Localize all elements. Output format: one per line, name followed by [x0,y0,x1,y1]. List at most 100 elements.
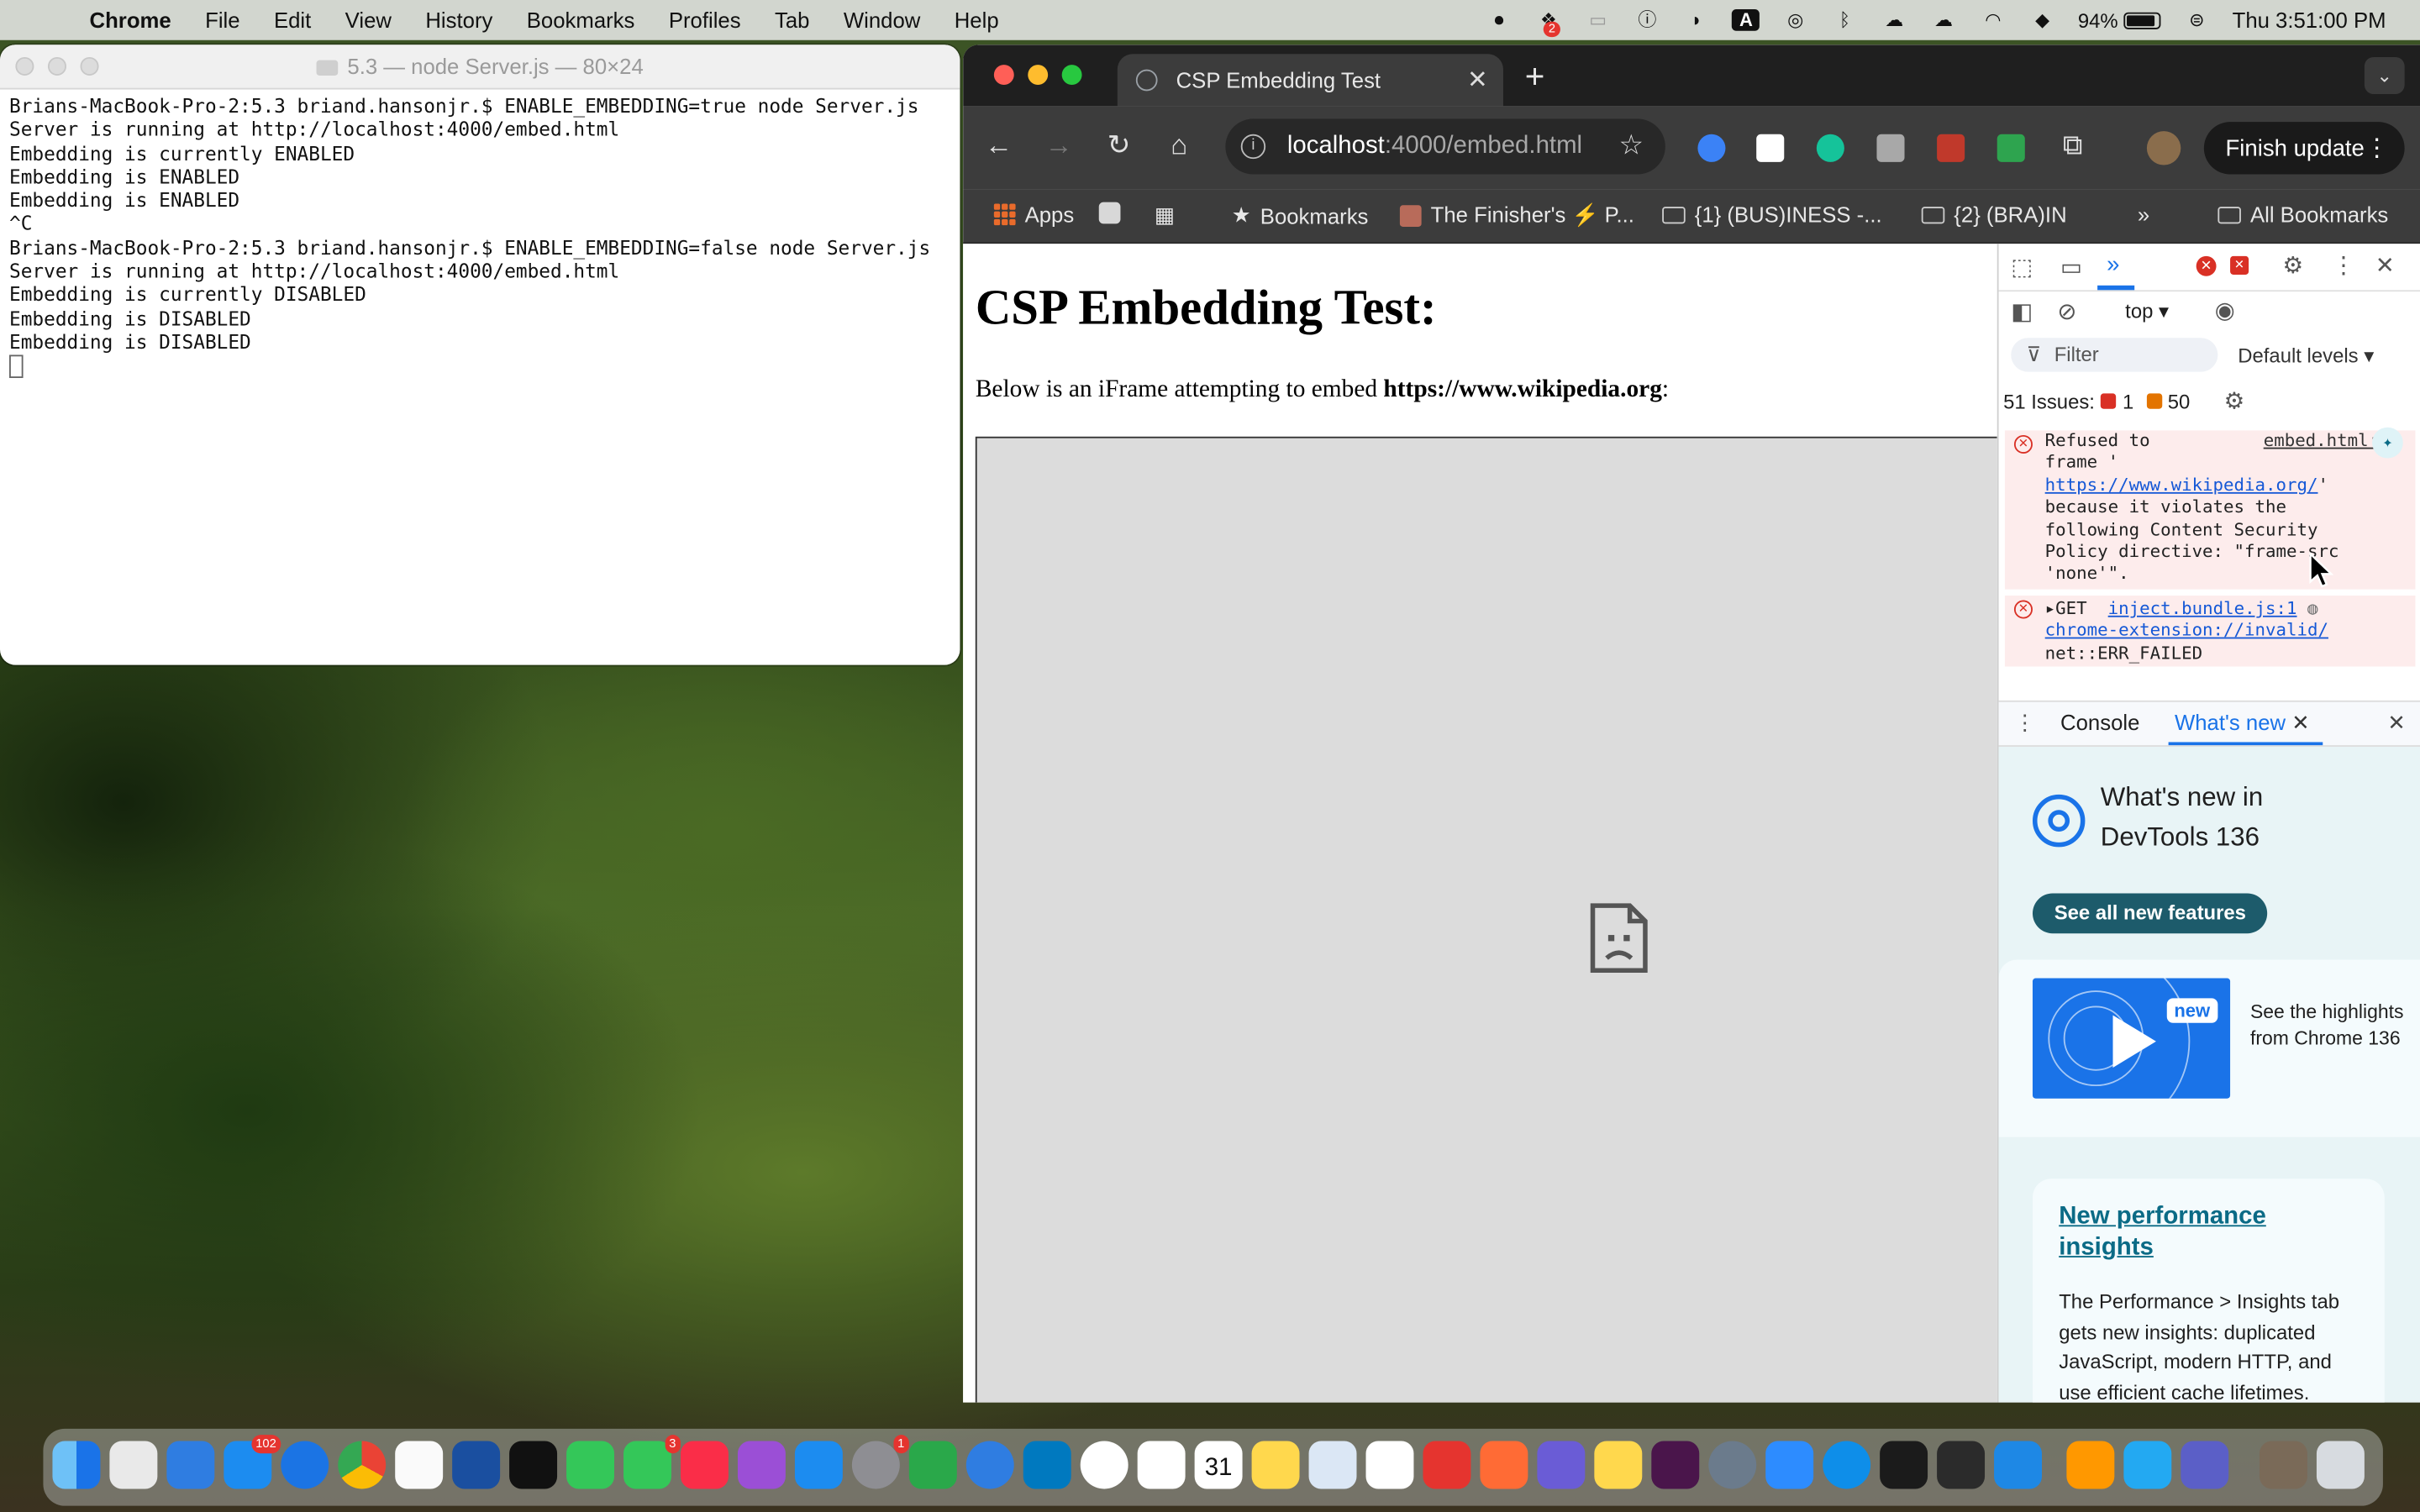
performance-insights-link[interactable]: New performance insights [2059,1202,2266,1263]
sublime-text-icon[interactable] [2066,1441,2115,1489]
close-tab-icon[interactable]: ✕ [2291,710,2310,734]
request-source-link[interactable]: inject.bundle.js:1 [2108,599,2297,619]
menu-window[interactable]: Window [844,8,920,32]
reload-button[interactable]: ↻ [1102,128,1135,161]
calendar-icon[interactable]: 31 [1194,1441,1243,1489]
chrome-zoom-button[interactable] [1061,65,1082,86]
quicktime-icon[interactable] [1708,1441,1757,1489]
control-center-icon[interactable]: ⊜ [2183,9,2211,31]
proxyman-icon[interactable] [965,1441,1014,1489]
record-icon[interactable]: ⏺ [1486,9,1513,31]
tab-close-icon[interactable]: ✕ [1467,65,1488,96]
navigation-app-icon[interactable] [166,1441,215,1489]
console-error-get[interactable]: ✕ ▸GET inject.bundle.js:1 ◍ chrome-exten… [2004,595,2416,667]
whats-new-panel[interactable]: What's new in DevTools 136 See all new f… [1998,746,2420,1403]
bookmark-folder-business[interactable]: {1} (BUS)INESS -... [1662,202,1882,227]
drawer-menu-icon[interactable]: ⋮ [2014,710,2036,736]
terminal-window[interactable]: 5.3 — node Server.js — 80×24 Brians-MacB… [0,45,960,665]
error-url-link[interactable]: https://www.wikipedia.org/ [2045,475,2318,495]
screen-icon[interactable]: ▭ [1584,9,1612,31]
expand-triangle-icon[interactable]: ▸ [2045,599,2056,619]
extension-book-icon[interactable] [1937,134,1965,162]
downloads-stack-icon[interactable] [2259,1441,2307,1489]
terminal-dock-icon[interactable] [1937,1441,1986,1489]
clock-icon[interactable] [1080,1441,1128,1489]
podcasts-icon[interactable] [737,1441,786,1489]
see-all-features-button[interactable]: See all new features [2032,893,2268,934]
notion-icon[interactable] [1137,1441,1186,1489]
cloud-sync-icon[interactable]: ☁ [1881,9,1908,31]
profile-avatar[interactable] [2146,131,2181,165]
freeform-icon[interactable] [1480,1441,1528,1489]
notifications-icon[interactable]: ◆ [2028,9,2056,31]
trash-icon[interactable] [2316,1441,2365,1489]
app-store-2-icon[interactable] [794,1441,843,1489]
extension-check-icon[interactable] [1996,134,2025,162]
app-menu-chrome[interactable]: Chrome [90,8,171,32]
terminal-output[interactable]: Brians-MacBook-Pro-2:5.3 briand.hansonjr… [0,90,960,383]
terminal-close-button[interactable] [15,56,34,76]
bluetooth-icon[interactable]: ᛒ [1831,9,1859,31]
clear-console-icon[interactable]: ⊘ [2057,297,2076,325]
bookmark-apps[interactable]: Apps [993,202,1074,227]
safari-icon[interactable] [281,1441,329,1489]
sidebar-toggle-icon[interactable]: ◧ [2011,297,2033,325]
zoom-icon[interactable] [1765,1441,1814,1489]
more-tabs-icon[interactable]: » [2107,251,2119,277]
menu-clock[interactable]: Thu 3:51:00 PM [2233,8,2386,32]
paper-plane-app-icon[interactable] [908,1441,957,1489]
more-menu-icon[interactable]: ⋮ [2365,133,2389,164]
pocket-icon[interactable]: ◗ [1683,9,1711,31]
menu-profiles[interactable]: Profiles [669,8,741,32]
issues-settings-icon[interactable]: ⚙ [2224,387,2245,415]
extension-doc-icon[interactable] [1876,134,1905,162]
highlights-card[interactable]: new See the highlights from Chrome 136 [1998,959,2420,1137]
request-url-link[interactable]: chrome-extension://invalid/ [2045,621,2416,643]
site-info-icon[interactable]: i [1240,134,1266,160]
extensions-puzzle-icon[interactable]: ⧉ [2056,128,2090,161]
chrome-dock-icon[interactable] [338,1441,387,1489]
console-error-csp[interactable]: ✕ embed.html:11 Refused to frame ' https… [2004,427,2416,590]
blocked-iframe[interactable] [975,436,1997,1403]
bookmark-folder-brain[interactable]: {2} (BRA)IN [1921,202,2067,227]
back-button[interactable]: ← [981,128,1015,161]
bookmark-finisher[interactable]: The Finisher's ⚡ P... [1399,202,1634,228]
app-store-icon[interactable]: 102 [224,1435,281,1489]
alert-icon[interactable]: ⓘ [1634,9,1661,31]
finish-update-button[interactable]: Finish update ⋮ [2203,122,2405,175]
close-drawer-icon[interactable]: ✕ [2387,710,2406,736]
preview-icon[interactable] [1308,1441,1357,1489]
tab-console[interactable]: Console [2060,710,2139,734]
tab-whats-new[interactable]: What's new ✕ [2175,710,2310,736]
issues-count-icon[interactable]: ✕ [2230,255,2249,275]
new-tab-button[interactable]: + [1525,57,1545,97]
tab-csp-embedding-test[interactable]: CSP Embedding Test ✕ [1117,54,1503,107]
wifi-icon[interactable]: ◠ [1979,9,2007,31]
stickies-icon[interactable] [1594,1441,1643,1489]
menu-view[interactable]: View [345,8,392,32]
activity-monitor-icon[interactable] [1880,1441,1928,1489]
bookmark-star-icon[interactable]: ☆ [1618,129,1644,162]
input-source-icon[interactable]: A [1732,9,1760,31]
menu-bookmarks[interactable]: Bookmarks [527,8,635,32]
launchpad-icon[interactable] [109,1441,158,1489]
extension-paper-plane-icon[interactable] [1756,134,1785,162]
slack-icon[interactable] [1651,1441,1700,1489]
devtools-menu-icon[interactable]: ⋮ [2332,251,2355,279]
context-selector[interactable]: top ▾ [2125,299,2169,323]
obsidian-icon[interactable] [1537,1441,1586,1489]
pdf-app-icon[interactable] [1423,1441,1471,1489]
music-icon[interactable] [681,1441,729,1489]
textedit-icon[interactable] [1365,1441,1414,1489]
extension-gem-icon[interactable] [1697,134,1726,162]
system-settings-icon[interactable]: 1 [851,1435,909,1489]
menu-tab[interactable]: Tab [775,8,809,32]
trello-icon[interactable] [1023,1441,1071,1489]
menu-help[interactable]: Help [955,8,999,32]
tradingview-icon[interactable] [509,1441,558,1489]
address-bar[interactable]: i localhost:4000/embed.html ☆ [1225,118,1665,175]
vscode-icon[interactable] [2123,1441,2172,1489]
terminal-minimize-button[interactable] [47,56,66,76]
home-button[interactable]: ⌂ [1162,128,1196,161]
settings-gear-icon[interactable]: ⚙ [2283,251,2304,279]
